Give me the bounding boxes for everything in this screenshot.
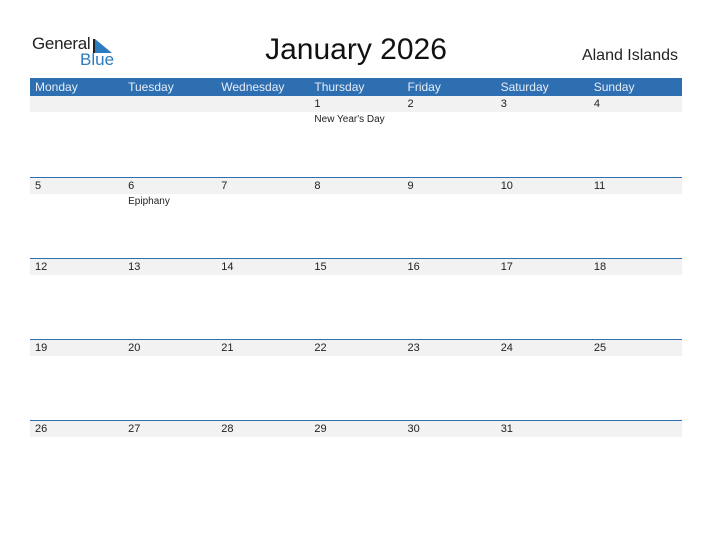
day-number: 28: [221, 423, 234, 435]
calendar-week: 1 New Year's Day 2 3 4: [30, 96, 682, 177]
day-cell: 2: [403, 96, 496, 176]
day-cell: 26: [30, 421, 123, 501]
day-cell: 1 New Year's Day: [309, 96, 402, 176]
day-cell: 9: [403, 178, 496, 258]
day-cell: 25: [589, 340, 682, 420]
day-number: 23: [407, 342, 420, 354]
calendar-week: 19 20 21 22 23 24 25: [30, 339, 682, 421]
weekday-thursday: Thursday: [314, 80, 365, 94]
day-cell: 16: [403, 259, 496, 339]
day-cell: 18: [589, 259, 682, 339]
day-number: 7: [221, 180, 228, 192]
day-number: 4: [593, 98, 600, 110]
day-number: 3: [500, 98, 507, 110]
day-number: 16: [407, 261, 420, 273]
day-cell: [216, 96, 309, 176]
weekday-saturday: Saturday: [500, 80, 549, 94]
day-cell: 8: [309, 178, 402, 258]
weekday-monday: Monday: [35, 80, 78, 94]
day-number: 17: [500, 261, 513, 273]
day-number: 12: [35, 261, 48, 273]
day-cell: 19: [30, 340, 123, 420]
country-label: Aland Islands: [581, 47, 678, 64]
day-cell: 30: [403, 421, 496, 501]
day-number: 20: [128, 342, 141, 354]
day-cell: 7: [216, 178, 309, 258]
day-cell: 27: [123, 421, 216, 501]
day-cell: 13: [123, 259, 216, 339]
day-number: 11: [593, 180, 606, 192]
calendar-week: 5 6 Epiphany 7 8 9 10 11: [30, 177, 682, 259]
day-number: 10: [500, 180, 513, 192]
calendar-week: 12 13 14 15 16 17 18: [30, 258, 682, 340]
day-number: 21: [221, 342, 234, 354]
day-number: 31: [500, 423, 513, 435]
day-cell: 21: [216, 340, 309, 420]
day-number: 8: [314, 180, 321, 192]
day-number: 13: [128, 261, 141, 273]
day-number: 5: [35, 180, 42, 192]
day-cell: 29: [309, 421, 402, 501]
day-number: 26: [35, 423, 48, 435]
day-number: 30: [407, 423, 420, 435]
weekday-friday: Friday: [407, 80, 441, 94]
holiday-label: Epiphany: [128, 196, 170, 207]
weekday-header: Monday Tuesday Wednesday Thursday Friday…: [30, 78, 682, 96]
weekday-sunday: Sunday: [593, 80, 635, 94]
day-number: 25: [593, 342, 607, 354]
day-cell: 20: [123, 340, 216, 420]
day-cell: 4: [589, 96, 682, 176]
weekday-wednesday: Wednesday: [221, 80, 285, 94]
day-number: 1: [314, 98, 321, 110]
day-number: 18: [593, 261, 607, 273]
day-cell: 17: [496, 259, 589, 339]
day-cell: 24: [496, 340, 589, 420]
day-number: 22: [314, 342, 327, 354]
day-cell: 3: [496, 96, 589, 176]
day-cell: [123, 96, 216, 176]
day-number: 24: [500, 342, 513, 354]
day-cell: 12: [30, 259, 123, 339]
day-number: 6: [128, 180, 135, 192]
day-cell: 10: [496, 178, 589, 258]
day-number: 14: [221, 261, 234, 273]
day-number: 15: [314, 261, 327, 273]
day-number: 29: [314, 423, 327, 435]
day-cell: 14: [216, 259, 309, 339]
day-cell: 22: [309, 340, 402, 420]
day-number: 9: [407, 180, 414, 192]
day-cell: 15: [309, 259, 402, 339]
calendar-week: 26 27 28 29 30 31: [30, 420, 682, 502]
day-number: 19: [35, 342, 48, 354]
day-number: 27: [128, 423, 141, 435]
day-cell: 5: [30, 178, 123, 258]
day-number: 2: [407, 98, 414, 110]
day-cell: 31: [496, 421, 589, 501]
day-cell: 6 Epiphany: [123, 178, 216, 258]
day-cell: 23: [403, 340, 496, 420]
day-cell: [589, 421, 682, 501]
day-cell: [30, 96, 123, 176]
weekday-tuesday: Tuesday: [128, 80, 174, 94]
day-cell: 11: [589, 178, 682, 258]
holiday-label: New Year's Day: [314, 114, 385, 125]
day-cell: 28: [216, 421, 309, 501]
